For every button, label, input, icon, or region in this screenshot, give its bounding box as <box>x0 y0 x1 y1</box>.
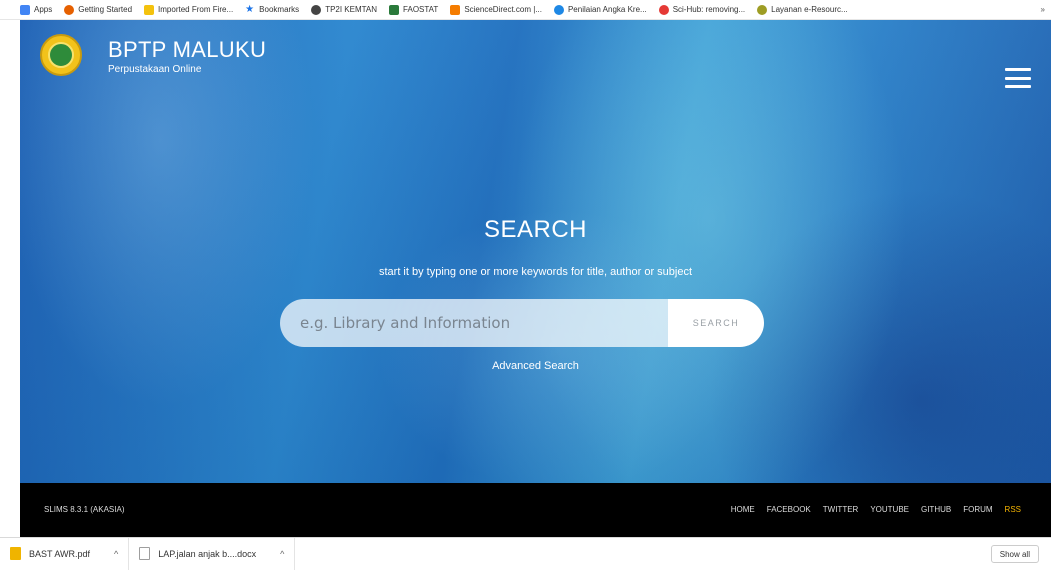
search-heading: SEARCH <box>483 216 588 243</box>
hamburger-menu-icon[interactable] <box>1005 68 1031 88</box>
folder-icon <box>144 4 155 15</box>
hero-section: BPTP MALUKU Perpustakaan Online SEARCH s… <box>20 20 1051 483</box>
bookmark-label: FAOSTAT <box>403 5 439 14</box>
brand: BPTP MALUKU Perpustakaan Online <box>108 38 266 76</box>
bookmark-label: ScienceDirect.com |... <box>464 5 542 14</box>
doc-file-icon <box>139 547 151 560</box>
bookmark-label: Apps <box>34 5 53 14</box>
bookmark-label: TP2I KEMTAN <box>325 5 378 14</box>
bookmark-label: Penilaian Angka Kre... <box>567 5 647 14</box>
site-title[interactable]: BPTP MALUKU <box>108 38 266 62</box>
bookmark-imported[interactable]: Imported From Fire... <box>144 4 234 15</box>
bookmark-bookmarks[interactable]: ★ Bookmarks <box>245 3 300 15</box>
bookmark-sciencedirect[interactable]: ScienceDirect.com |... <box>450 4 542 15</box>
scihub-icon <box>658 4 669 15</box>
footer-link-youtube[interactable]: YOUTUBE <box>870 505 909 514</box>
advanced-search-link[interactable]: Advanced Search <box>20 360 1051 372</box>
bookmark-label: Getting Started <box>78 5 133 14</box>
download-filename: LAP.jalan anjak b....docx <box>158 548 257 559</box>
footer-links: HOME FACEBOOK TWITTER YOUTUBE GITHUB FOR… <box>731 505 1021 514</box>
site-subtitle: Perpustakaan Online <box>108 64 202 75</box>
layanan-icon <box>757 4 768 15</box>
bookmark-scihub[interactable]: Sci-Hub: removing... <box>658 4 746 15</box>
faostat-icon <box>389 4 400 15</box>
bookmark-layanan[interactable]: Layanan e-Resourc... <box>757 4 848 15</box>
logo-icon[interactable] <box>40 34 82 76</box>
download-item[interactable]: LAP.jalan anjak b....docx ^ <box>129 537 296 570</box>
footer-link-facebook[interactable]: FACEBOOK <box>767 505 811 514</box>
search-button[interactable]: SEARCH <box>668 299 764 347</box>
downloads-bar: BAST AWR.pdf ^ LAP.jalan anjak b....docx… <box>0 537 1051 570</box>
star-icon: ★ <box>245 3 255 15</box>
show-all-button[interactable]: Show all <box>990 545 1039 563</box>
bookmark-label: Bookmarks <box>259 5 300 14</box>
pdf-file-icon <box>10 547 21 560</box>
search-input[interactable] <box>280 299 668 347</box>
bookmarks-more-button[interactable]: » <box>1041 5 1045 14</box>
chevron-up-icon[interactable]: ^ <box>280 549 284 559</box>
chevron-up-icon[interactable]: ^ <box>114 549 118 559</box>
bookmark-tp2i[interactable]: TP2I KEMTAN <box>311 4 378 15</box>
search-instructions: start it by typing one or more keywords … <box>378 266 693 278</box>
footer-link-home[interactable]: HOME <box>731 505 755 514</box>
footer-link-rss[interactable]: RSS <box>1005 505 1021 514</box>
firefox-icon <box>64 4 75 15</box>
bookmark-penilaian[interactable]: Penilaian Angka Kre... <box>553 4 647 15</box>
footer-link-forum[interactable]: FORUM <box>963 505 992 514</box>
bookmarks-bar: Apps Getting Started Imported From Fire.… <box>0 0 1051 20</box>
apps-icon <box>20 4 30 15</box>
download-filename: BAST AWR.pdf <box>29 548 91 559</box>
footer-link-twitter[interactable]: TWITTER <box>823 505 859 514</box>
footer-version: SLIMS 8.3.1 (AKASIA) <box>44 505 125 514</box>
sciencedirect-icon <box>450 4 461 15</box>
download-item[interactable]: BAST AWR.pdf ^ <box>0 537 130 570</box>
bookmark-label: Layanan e-Resourc... <box>771 5 848 14</box>
bookmark-label: Imported From Fire... <box>158 5 234 14</box>
site-icon <box>553 4 564 15</box>
bookmark-faostat[interactable]: FAOSTAT <box>389 4 439 15</box>
globe-icon <box>311 4 322 15</box>
bookmark-label: Sci-Hub: removing... <box>672 5 746 14</box>
bookmark-apps[interactable]: Apps <box>20 4 53 15</box>
footer: SLIMS 8.3.1 (AKASIA) HOME FACEBOOK TWITT… <box>20 483 1051 537</box>
search-form: SEARCH <box>280 299 764 347</box>
footer-link-github[interactable]: GITHUB <box>921 505 951 514</box>
bookmark-getting-started[interactable]: Getting Started <box>64 4 133 15</box>
